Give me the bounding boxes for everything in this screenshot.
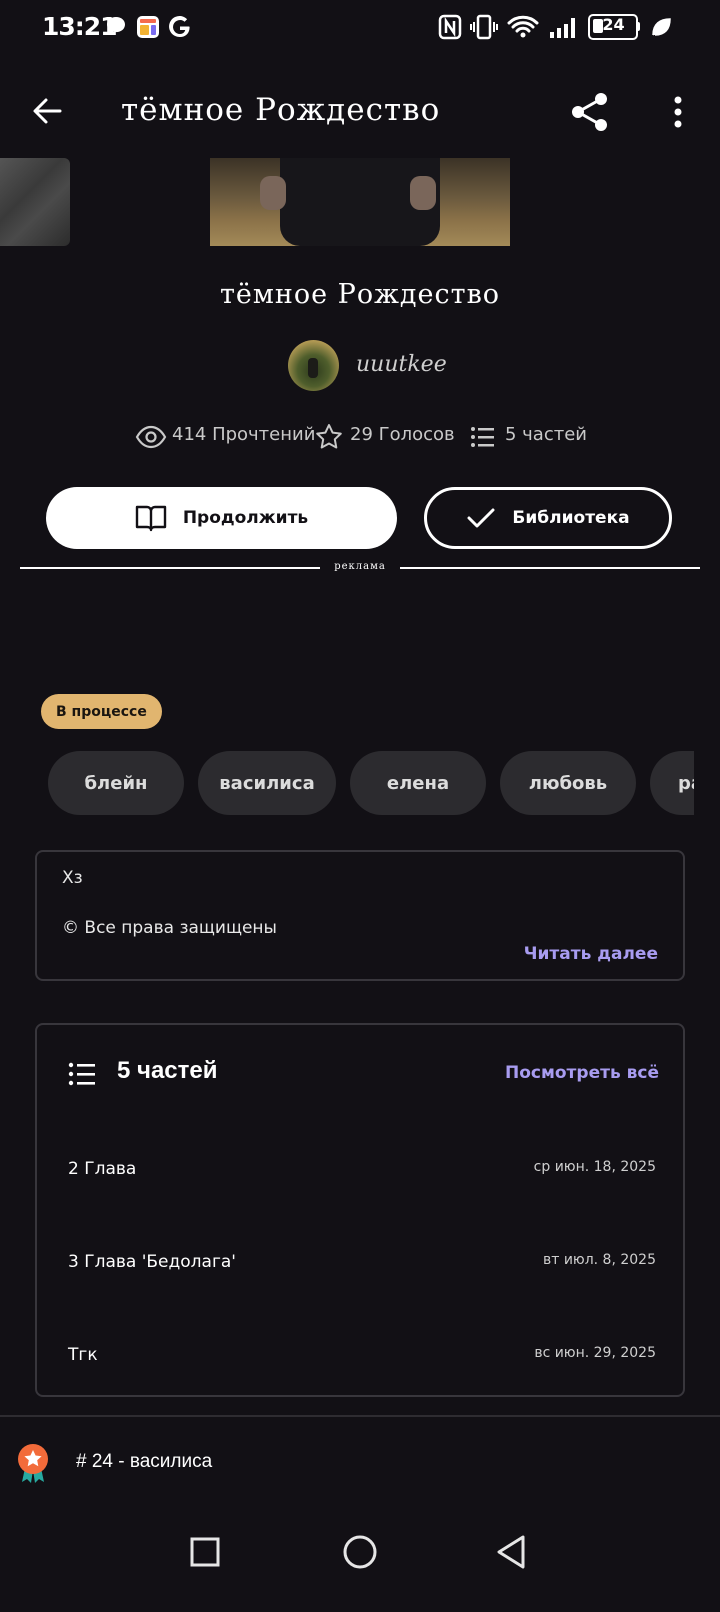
section-divider <box>0 1415 720 1417</box>
library-button[interactable]: Библиотека <box>424 487 672 549</box>
tag-chip[interactable]: любовь <box>500 751 636 815</box>
toolbar-title: тёмное Рождество <box>121 92 441 128</box>
parts-card: 5 частей Посмотреть всё 2 Глава ср июн. … <box>35 1023 685 1397</box>
author-name[interactable]: uuutkee <box>356 352 447 377</box>
description-text: Хз <box>62 868 83 888</box>
part-row[interactable]: Тгк вс июн. 29, 2025 <box>68 1345 656 1375</box>
part-date: вс июн. 29, 2025 <box>534 1345 656 1361</box>
ranking-text[interactable]: # 24 - василиса <box>76 1451 212 1473</box>
ranking-badge-icon <box>18 1444 48 1483</box>
author-avatar[interactable] <box>288 340 339 391</box>
reads-count: 414 Прочтений <box>172 424 316 445</box>
part-date: вт июл. 8, 2025 <box>542 1252 656 1268</box>
check-icon <box>466 506 496 530</box>
parts-list-icon <box>68 1062 95 1086</box>
continue-label: Продолжить <box>182 508 309 528</box>
story-cover <box>210 158 510 246</box>
part-row[interactable]: 3 Глава 'Бедолага' вт июл. 8, 2025 <box>68 1252 656 1282</box>
description-card: Хз © Все права защищены Читать далее <box>35 850 685 981</box>
copyright-text: © Все права защищены <box>62 918 277 938</box>
previous-cover-thumbnail[interactable] <box>0 158 70 246</box>
ad-divider-right <box>400 567 700 569</box>
tag-chip-label: ра <box>650 751 694 815</box>
read-more-link[interactable]: Читать далее <box>524 944 658 964</box>
vibrate-icon <box>470 14 498 40</box>
library-label: Библиотека <box>512 508 630 528</box>
part-date: ср июн. 18, 2025 <box>533 1159 656 1175</box>
ad-label: реклама <box>334 561 386 572</box>
status-badge: В процессе <box>41 694 162 729</box>
signal-icon <box>550 18 575 38</box>
tag-chip[interactable]: василиса <box>198 751 336 815</box>
google-icon <box>169 16 190 38</box>
nfc-icon <box>438 14 462 40</box>
battery-level: 24 <box>602 15 625 34</box>
votes-count: 29 Голосов <box>350 424 455 445</box>
part-title: 2 Глава <box>68 1159 137 1179</box>
star-icon <box>316 424 342 449</box>
parts-count: 5 частей <box>505 424 587 445</box>
app-icon <box>137 16 159 38</box>
wifi-icon <box>507 15 539 38</box>
eye-icon <box>135 425 167 449</box>
tag-chip[interactable]: елена <box>350 751 486 815</box>
part-title: 3 Глава 'Бедолага' <box>68 1252 236 1272</box>
battery-icon: 24 <box>588 14 642 40</box>
list-icon <box>471 427 494 447</box>
continue-reading-button[interactable]: Продолжить <box>46 487 397 549</box>
part-title: Тгк <box>68 1345 98 1365</box>
part-row[interactable]: 2 Глава ср июн. 18, 2025 <box>68 1159 656 1189</box>
leaf-icon <box>652 18 671 36</box>
book-icon <box>135 504 167 532</box>
ad-divider-left <box>20 567 320 569</box>
story-title: тёмное Рождество <box>219 279 501 310</box>
back-arrow-icon[interactable] <box>30 94 64 128</box>
parts-title: 5 частей <box>117 1057 218 1084</box>
share-icon[interactable] <box>568 90 612 134</box>
tag-chip-partial[interactable]: ра <box>650 751 694 815</box>
back-button-icon[interactable] <box>495 1534 527 1570</box>
recents-button-icon[interactable] <box>189 1536 221 1568</box>
see-all-link[interactable]: Посмотреть всё <box>505 1063 659 1083</box>
chat-bubble-icon <box>107 17 125 34</box>
home-button-icon[interactable] <box>342 1534 378 1570</box>
more-vert-icon[interactable] <box>666 94 690 130</box>
tag-chip[interactable]: блейн <box>48 751 184 815</box>
